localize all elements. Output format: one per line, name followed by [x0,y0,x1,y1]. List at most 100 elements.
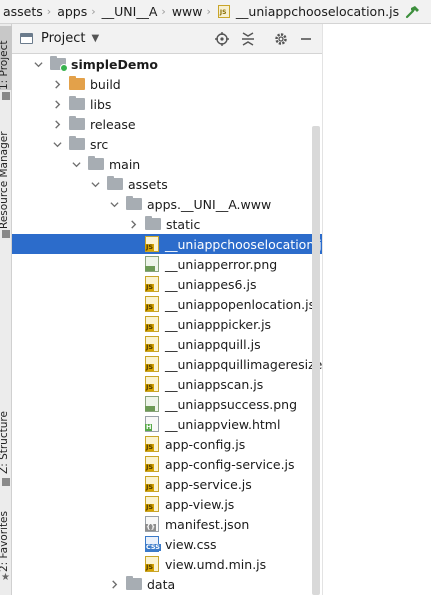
tree-item[interactable]: JS __uniapppicker.js [12,314,322,334]
tree-item[interactable]: JS app-service.js [12,474,322,494]
resource-manager-icon [2,92,10,100]
tree-item-label: __uniappopenlocation.js [165,296,316,312]
tree-item-label: app-config.js [165,436,246,452]
breadcrumb-item[interactable]: apps › [54,0,98,23]
tree-item[interactable]: __uniapperror.png [12,254,322,274]
tree-item-label: __uniappes6.js [165,276,257,292]
tree-scrollbar[interactable] [312,126,320,595]
js-file-icon: JS [145,296,159,312]
favorites-star-icon: ★ [1,572,10,583]
tree-item[interactable]: JS __uniappes6.js [12,274,322,294]
breadcrumb-item[interactable]: assets › [0,0,54,23]
tree-item[interactable]: __uniappsuccess.png [12,394,322,414]
chevron-down-icon[interactable] [51,134,63,154]
chevron-right-icon[interactable] [51,94,63,114]
chevron-right-icon[interactable] [108,574,120,594]
tree-item-label: __uniappview.html [165,416,281,432]
tool-tab-favorites[interactable]: 2: Favorites [0,504,12,572]
tree-item[interactable]: JS app-config-service.js [12,454,322,474]
breadcrumb-label: apps [57,4,88,19]
tree-item[interactable]: JS app-view.js [12,494,322,514]
tree-item[interactable]: static [12,214,322,234]
folder-icon [69,96,85,110]
folder-icon [145,216,161,230]
breadcrumb-separator-icon: › [91,5,96,18]
breadcrumb-separator-icon: › [161,5,166,18]
tree-item[interactable]: simpleDemo [12,54,322,74]
locate-icon[interactable] [214,31,230,47]
tree-item[interactable]: JS __uniappchooselocation.js [12,234,322,254]
tree-item[interactable]: data [12,574,322,594]
tree-item[interactable]: libs [12,94,322,114]
tree-item[interactable]: JS view.umd.min.js [12,554,322,574]
js-file-icon: JS [145,336,159,352]
tree-item[interactable]: JS __uniappscan.js [12,374,322,394]
js-file-icon: JS [145,236,159,252]
tree-item-label: manifest.json [165,516,250,532]
tool-tab-structure[interactable]: Z: Structure [0,404,12,474]
folder-icon [69,136,85,150]
breadcrumb: assets › apps › __UNI__A › www › JS __uniappchoos… [0,0,431,24]
tree-item[interactable]: assets [12,174,322,194]
tree-item-label: app-service.js [165,476,252,492]
folder-icon [88,156,104,170]
tree-item[interactable]: JS __uniappopenlocation.js [12,294,322,314]
tree-item[interactable]: H __uniappview.html [12,414,322,434]
breadcrumb-item[interactable]: JS __uniappchooselocation.js [214,0,402,23]
project-view-selector[interactable]: Project [41,31,85,46]
chevron-down-icon[interactable] [89,174,101,194]
chevron-down-icon[interactable] [70,154,82,174]
tree-item-label: data [147,576,176,592]
breadcrumb-item[interactable]: www › [169,0,214,23]
tree-item[interactable]: build [12,74,322,94]
collapse-all-icon[interactable] [240,31,256,47]
tree-item[interactable]: JS __uniappquill.js [12,334,322,354]
tool-tab-resource-manager[interactable]: Resource Manager [0,124,12,229]
js-file-icon: JS [145,456,159,472]
tree-item[interactable]: {} manifest.json [12,514,322,534]
breadcrumb-separator-icon: › [206,5,211,18]
tree-item[interactable]: CSS view.css [12,534,322,554]
hide-panel-icon[interactable] [299,31,315,47]
tree-item-label: src [90,136,109,152]
tree-item[interactable]: JS app-config.js [12,434,322,454]
tree-item-label: static [166,216,201,232]
tree-item[interactable]: main [12,154,322,174]
breadcrumb-item[interactable]: __UNI__A › [99,0,169,23]
tree-item[interactable]: apps.__UNI__A.www [12,194,322,214]
tree-item[interactable]: release [12,114,322,134]
png-file-icon [145,256,159,272]
breadcrumb-label: assets [3,4,43,19]
chevron-down-icon[interactable]: ▼ [91,33,99,44]
tree-item-label: simpleDemo [71,56,158,72]
build-hammer-icon[interactable] [405,4,421,20]
tree-item-label: __uniapperror.png [165,256,278,272]
tree-item-label: __uniappquill.js [165,336,261,352]
breadcrumb-label: __UNI__A [101,4,158,19]
folder-icon [126,196,142,210]
js-file-icon: JS [145,476,159,492]
js-file-icon: JS [145,376,159,392]
chevron-right-icon[interactable] [51,74,63,94]
chevron-down-icon[interactable] [32,54,44,74]
json-file-icon: {} [145,516,159,532]
chevron-down-icon[interactable] [108,194,120,214]
chevron-right-icon[interactable] [127,214,139,234]
chevron-right-icon[interactable] [51,114,63,134]
gear-icon[interactable] [273,31,289,47]
tree-item[interactable]: src [12,134,322,154]
png-file-icon [145,396,159,412]
tool-window-stripe: 1: Project Resource Manager Z: Structure… [0,24,12,595]
folder-icon [69,76,85,90]
tree-item[interactable]: JS __uniappquillimageresize.js [12,354,322,374]
tree-item-label: assets [128,176,168,192]
tool-tab-project[interactable]: 1: Project [0,26,12,90]
